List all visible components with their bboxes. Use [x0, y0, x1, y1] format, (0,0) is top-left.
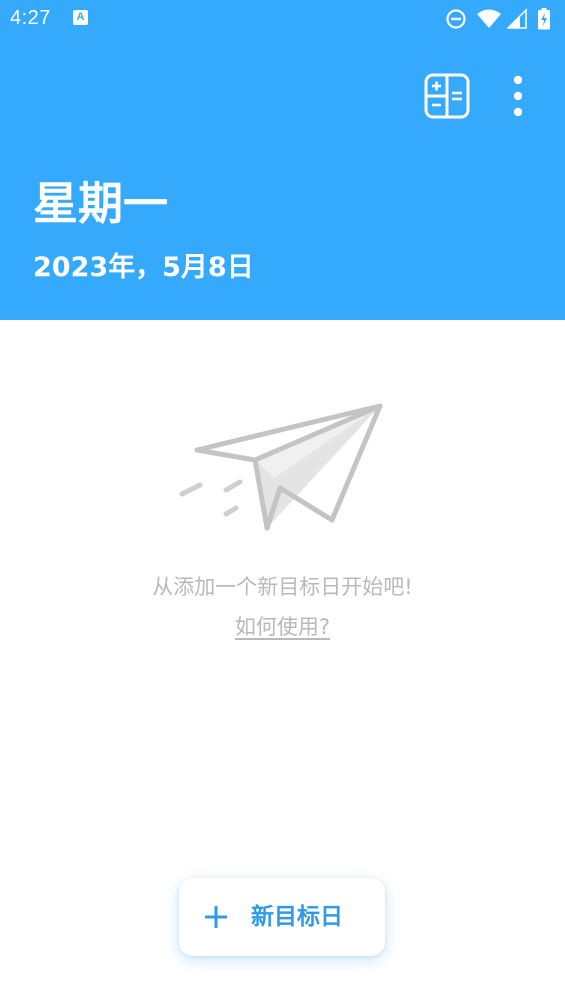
do-not-disturb-icon — [446, 9, 466, 29]
date-subtitle: 2023年，5月8日 — [33, 252, 254, 283]
battery-charging-icon — [538, 8, 550, 30]
status-bar: 4:27 A — [0, 0, 565, 40]
how-to-use-link[interactable]: 如何使用? — [235, 615, 330, 639]
calculator-icon[interactable] — [424, 73, 470, 119]
new-target-day-label: 新目标日 — [251, 904, 343, 930]
wifi-icon — [477, 9, 501, 28]
app-screen: 4:27 A 星期一 2023年，5月8日 从添加一个新目标日开始吧! 如何使用… — [0, 0, 565, 1004]
cell-signal-icon — [507, 8, 527, 29]
plus-icon — [205, 906, 227, 928]
new-target-day-button[interactable]: 新目标日 — [179, 878, 385, 956]
more-vert-icon[interactable] — [500, 73, 536, 119]
header-banner: 4:27 A 星期一 2023年，5月8日 — [0, 0, 565, 320]
help-link-container: 如何使用? — [0, 610, 565, 646]
notification-app-icon: A — [73, 10, 88, 25]
empty-state-message: 从添加一个新目标日开始吧! — [152, 575, 413, 599]
paper-plane-icon — [179, 403, 383, 531]
status-icons — [445, 8, 557, 30]
status-time: 4:27 — [10, 7, 51, 29]
weekday-title: 星期一 — [33, 177, 169, 230]
